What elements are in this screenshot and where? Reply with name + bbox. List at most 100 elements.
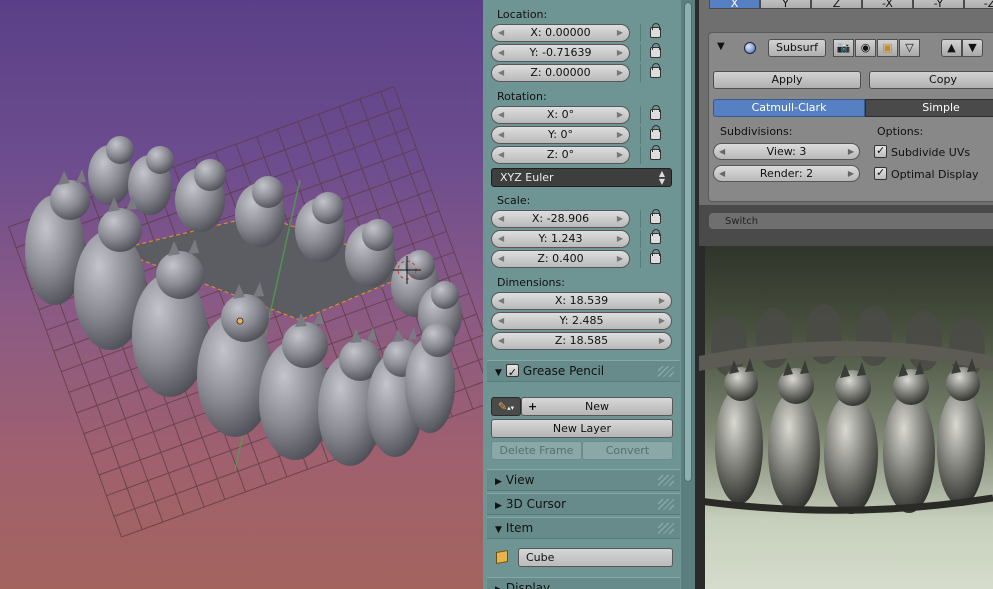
- 3d-cursor-panel-title: 3D Cursor: [505, 497, 567, 511]
- item-panel-title: Item: [505, 521, 534, 535]
- modifier-name-field[interactable]: Subsurf: [768, 39, 826, 57]
- rotation-mode-select[interactable]: XYZ Euler ▲ ▼: [491, 168, 672, 187]
- view-subdivisions-value: View: 3: [766, 145, 807, 158]
- dimensions-z-value: Z: 18.585: [554, 334, 609, 347]
- optimal-display-checkbox[interactable]: [874, 166, 887, 180]
- new-layer-button[interactable]: New Layer: [491, 419, 673, 438]
- delete-frame-label: Delete Frame: [499, 444, 574, 457]
- 3d-viewport[interactable]: [0, 0, 483, 589]
- view-panel-header[interactable]: ▶ View: [487, 469, 680, 491]
- copy-button[interactable]: Copy: [869, 71, 993, 89]
- next-modifier-strip: Switch: [699, 205, 993, 246]
- collapse-triangle-icon: ▼: [495, 368, 502, 378]
- lock-location-z[interactable]: [640, 63, 670, 82]
- view-panel-title: View: [505, 473, 535, 487]
- location-z-field[interactable]: ◀ Z: 0.00000 ▶: [491, 64, 630, 82]
- expand-triangle-icon: ▶: [495, 477, 502, 487]
- grease-pencil-checkbox[interactable]: [505, 363, 519, 383]
- simple-option[interactable]: Simple: [865, 99, 993, 117]
- expand-triangle-icon: ▶: [495, 585, 502, 589]
- dimensions-y-field[interactable]: ◀ Y: 2.485 ▶: [491, 312, 672, 330]
- drag-grip-icon[interactable]: [658, 499, 674, 510]
- properties-scrollbar[interactable]: [681, 0, 695, 589]
- scale-z-field[interactable]: ◀ Z: 0.400 ▶: [491, 250, 630, 268]
- 3d-cursor-panel-header[interactable]: ▶ 3D Cursor: [487, 493, 680, 515]
- subdivide-uvs-checkbox[interactable]: [874, 144, 887, 158]
- optimal-display-option[interactable]: Optimal Display: [874, 166, 979, 181]
- scale-y-field[interactable]: ◀ Y: 1.243 ▶: [491, 230, 630, 248]
- convert-button[interactable]: Convert: [582, 441, 673, 460]
- lock-icon: [650, 105, 661, 120]
- pencil-data-browse[interactable]: ✎▴▾: [491, 397, 521, 416]
- axis-x-button[interactable]: X: [709, 0, 760, 10]
- modifier-name-value: Subsurf: [775, 41, 819, 54]
- display-panel-header[interactable]: ▶Display: [487, 577, 680, 589]
- scrollbar-thumb[interactable]: [684, 2, 692, 482]
- camera-icon: 📷: [836, 41, 851, 54]
- photo-front-cats: [715, 367, 985, 514]
- viewport-toggle[interactable]: ◉: [855, 39, 876, 57]
- subdivide-uvs-option[interactable]: Subdivide UVs: [874, 144, 970, 159]
- item-panel-header[interactable]: ▼ Item: [487, 517, 680, 539]
- grease-pencil-title: Grease Pencil: [522, 364, 605, 378]
- cage-icon: ▽: [905, 41, 914, 54]
- render-toggle[interactable]: 📷: [833, 39, 854, 57]
- cat-ring-photo: [699, 246, 993, 589]
- rotation-x-value: X: 0°: [546, 108, 575, 121]
- rotation-y-field[interactable]: ◀ Y: 0° ▶: [491, 126, 630, 144]
- sphere-icon: [744, 42, 756, 54]
- subsurf-modifier-box: ▼ Subsurf 📷 ◉ ▣ ▽ ▲ ▼ Apply Copy Catmull…: [708, 32, 993, 202]
- lock-rotation-x[interactable]: [640, 105, 670, 124]
- axis-neg-y-button[interactable]: -Y: [913, 0, 964, 10]
- lock-icon: [650, 145, 661, 160]
- lock-scale-x[interactable]: [640, 209, 670, 228]
- lock-location-x[interactable]: [640, 23, 670, 42]
- apply-label: Apply: [771, 73, 803, 86]
- rotation-x-field[interactable]: ◀ X: 0° ▶: [491, 106, 630, 124]
- drag-grip-icon[interactable]: [658, 366, 674, 377]
- next-modifier-header[interactable]: Switch: [709, 213, 993, 229]
- move-down-button[interactable]: ▼: [962, 39, 983, 57]
- collapse-triangle-icon[interactable]: ▼: [717, 41, 725, 52]
- modifier-panel: X Y Z -X -Y -Z ▼ Subsurf 📷 ◉ ▣ ▽ ▲ ▼ App…: [699, 0, 993, 246]
- dimensions-y-value: Y: 2.485: [559, 314, 604, 327]
- location-x-field[interactable]: ◀ X: 0.00000 ▶: [491, 24, 630, 42]
- axis-z-button[interactable]: Z: [811, 0, 862, 10]
- drag-grip-icon[interactable]: [658, 475, 674, 486]
- apply-button[interactable]: Apply: [713, 71, 861, 89]
- dimensions-x-field[interactable]: ◀ X: 18.539 ▶: [491, 292, 672, 310]
- render-subdivisions-value: Render: 2: [759, 167, 814, 180]
- view-subdivisions-field[interactable]: ◀ View: 3 ▶: [713, 143, 860, 160]
- location-x-value: X: 0.00000: [530, 26, 591, 39]
- dimensions-x-value: X: 18.539: [554, 294, 609, 307]
- dimensions-z-field[interactable]: ◀ Z: 18.585 ▶: [491, 332, 672, 350]
- axis-y-button[interactable]: Y: [760, 0, 811, 10]
- location-label: Location:: [497, 8, 548, 21]
- collapse-triangle-icon: ▼: [495, 525, 502, 535]
- expand-triangle-icon: ▶: [495, 501, 502, 511]
- updown-arrows-icon: ▲ ▼: [658, 169, 665, 186]
- grease-pencil-new-button[interactable]: + New: [521, 397, 673, 416]
- editmode-toggle[interactable]: ▣: [877, 39, 898, 57]
- render-subdivisions-field[interactable]: ◀ Render: 2 ▶: [713, 165, 860, 182]
- axis-neg-z-button[interactable]: -Z: [964, 0, 993, 10]
- simple-label: Simple: [922, 101, 960, 114]
- catmull-clark-option[interactable]: Catmull-Clark: [713, 99, 865, 117]
- drag-grip-icon[interactable]: [658, 523, 674, 534]
- move-up-button[interactable]: ▲: [941, 39, 962, 57]
- axis-neg-x-button[interactable]: -X: [862, 0, 913, 10]
- lock-rotation-y[interactable]: [640, 125, 670, 144]
- lock-rotation-z[interactable]: [640, 145, 670, 164]
- object-name-field[interactable]: Cube: [518, 548, 673, 567]
- grease-pencil-panel-header[interactable]: ▼ Grease Pencil: [487, 360, 680, 383]
- delete-frame-button[interactable]: Delete Frame: [491, 441, 582, 460]
- lock-scale-z[interactable]: [640, 249, 670, 268]
- options-label: Options:: [877, 125, 924, 138]
- lock-scale-y[interactable]: [640, 229, 670, 248]
- cage-toggle[interactable]: ▽: [899, 39, 920, 57]
- location-y-value: Y: -0.71639: [529, 46, 592, 59]
- scale-x-field[interactable]: ◀ X: -28.906 ▶: [491, 210, 630, 228]
- lock-location-y[interactable]: [640, 43, 670, 62]
- rotation-z-field[interactable]: ◀ Z: 0° ▶: [491, 146, 630, 164]
- location-y-field[interactable]: ◀ Y: -0.71639 ▶: [491, 44, 630, 62]
